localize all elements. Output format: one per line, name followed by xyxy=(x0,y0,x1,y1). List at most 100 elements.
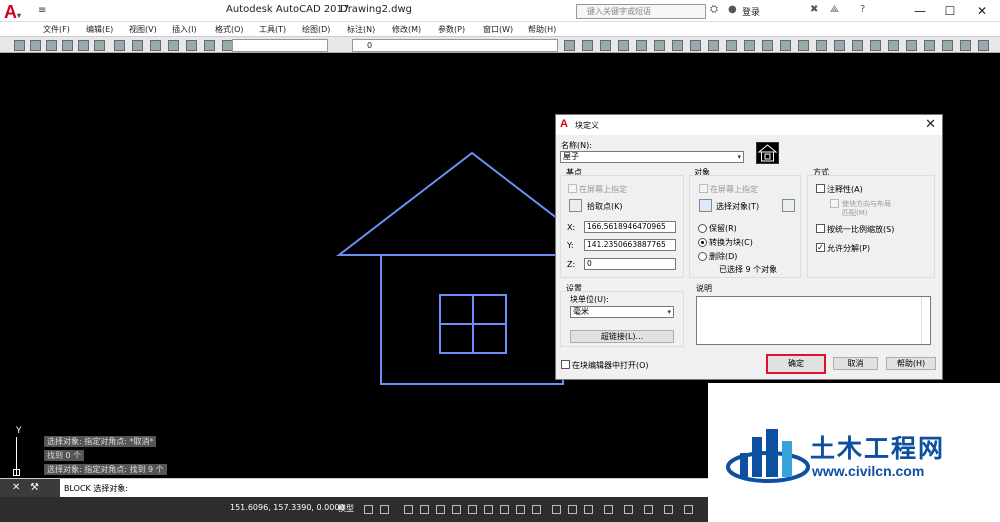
polar-icon[interactable] xyxy=(452,505,461,514)
menu-modify[interactable]: 修改(M) xyxy=(392,24,421,35)
wrench-icon[interactable]: ⚒ xyxy=(30,482,39,493)
dim-edit-icon[interactable] xyxy=(906,40,917,51)
dim-baseline-icon[interactable] xyxy=(834,40,845,51)
description-textarea[interactable] xyxy=(696,296,931,345)
binoculars-icon[interactable]: ⛭ xyxy=(710,4,718,15)
plot-icon[interactable] xyxy=(78,40,89,51)
open-icon[interactable] xyxy=(30,40,41,51)
layer-combo[interactable]: 0 xyxy=(352,39,558,52)
menu-file[interactable]: 文件(F) xyxy=(43,24,70,35)
navigation-icon[interactable] xyxy=(978,40,989,51)
delete-radio[interactable] xyxy=(698,252,707,261)
annotation-visibility-icon[interactable] xyxy=(584,505,593,514)
customization-icon[interactable] xyxy=(684,505,693,514)
menu-tools[interactable]: 工具(T) xyxy=(259,24,286,35)
save-icon[interactable] xyxy=(46,40,57,51)
close-icon[interactable]: ✕ xyxy=(12,482,20,493)
help-icon[interactable]: ? xyxy=(860,4,865,15)
command-line[interactable]: ✕ ⚒ BLOCK 选择对象: xyxy=(0,478,708,498)
annotative-checkbox[interactable] xyxy=(816,184,825,193)
lineweight-icon[interactable] xyxy=(654,40,665,51)
tolerance-icon[interactable] xyxy=(870,40,881,51)
view-cube-icon[interactable] xyxy=(960,40,971,51)
match-properties-icon[interactable] xyxy=(168,40,179,51)
dialog-close-icon[interactable]: ✕ xyxy=(925,117,936,132)
block-name-combo[interactable]: 屋子 ▾ xyxy=(560,151,744,163)
x-coordinate-field[interactable]: 166.5618946470965 xyxy=(584,221,676,233)
menu-draw[interactable]: 绘图(D) xyxy=(302,24,330,35)
layer-previous-icon[interactable] xyxy=(600,40,611,51)
cut-icon[interactable] xyxy=(114,40,125,51)
hyperlink-button[interactable]: 超链接(L)... xyxy=(570,330,674,343)
selection-cycling-icon[interactable] xyxy=(552,505,561,514)
command-prompt[interactable]: BLOCK 选择对象: xyxy=(64,483,128,494)
hardware-acceleration-icon[interactable] xyxy=(664,505,673,514)
convert-to-block-radio[interactable] xyxy=(698,238,707,247)
dim-style-icon[interactable] xyxy=(942,40,953,51)
model-space-button[interactable]: 模型 xyxy=(338,503,354,514)
3d-osnap-icon[interactable] xyxy=(568,505,577,514)
y-coordinate-field[interactable]: 141.2350663887765 xyxy=(584,239,676,251)
description-scrollbar[interactable] xyxy=(921,297,930,344)
new-icon[interactable] xyxy=(14,40,25,51)
dim-diameter-icon[interactable] xyxy=(798,40,809,51)
pick-point-button[interactable]: 拾取点(K) xyxy=(587,201,623,212)
render-icon[interactable] xyxy=(672,40,683,51)
menu-view[interactable]: 视图(V) xyxy=(129,24,157,35)
menu-dimension[interactable]: 标注(N) xyxy=(347,24,375,35)
dim-ordinate-icon[interactable] xyxy=(762,40,773,51)
save-as-icon[interactable] xyxy=(62,40,73,51)
maximize-button[interactable]: ☐ xyxy=(935,2,965,20)
dim-angular-icon[interactable] xyxy=(816,40,827,51)
menu-window[interactable]: 窗口(W) xyxy=(483,24,513,35)
annotation-scale-icon[interactable] xyxy=(624,505,633,514)
pick-point-icon[interactable] xyxy=(569,199,582,212)
dim-continue-icon[interactable] xyxy=(852,40,863,51)
login-button[interactable]: 登录 xyxy=(742,5,760,18)
linetype-icon[interactable] xyxy=(636,40,647,51)
retain-radio[interactable] xyxy=(698,224,707,233)
visual-style-icon[interactable] xyxy=(690,40,701,51)
object-snap-tracking-icon[interactable] xyxy=(484,505,493,514)
menu-parametric[interactable]: 参数(P) xyxy=(438,24,465,35)
quick-select-icon[interactable] xyxy=(782,199,795,212)
workspace-switch-icon[interactable] xyxy=(604,505,613,514)
minimize-button[interactable]: — xyxy=(905,2,935,20)
quick-access-menu-icon[interactable]: ≡ xyxy=(38,5,48,16)
menu-insert[interactable]: 插入(I) xyxy=(172,24,197,35)
infer-constraints-icon[interactable] xyxy=(404,505,413,514)
autocad-logo-icon[interactable]: A▾ xyxy=(4,2,34,22)
layer-properties-icon[interactable] xyxy=(564,40,575,51)
workspace-combo[interactable] xyxy=(232,39,328,52)
undo-icon[interactable] xyxy=(204,40,215,51)
block-editor-icon[interactable] xyxy=(186,40,197,51)
z-coordinate-field[interactable]: 0 xyxy=(584,258,676,270)
block-unit-combo[interactable]: 毫米 ▾ xyxy=(570,306,674,318)
select-objects-icon[interactable] xyxy=(699,199,712,212)
isodraft-icon[interactable] xyxy=(468,505,477,514)
menu-format[interactable]: 格式(O) xyxy=(215,24,244,35)
dim-linear-icon[interactable] xyxy=(708,40,719,51)
paste-icon[interactable] xyxy=(150,40,161,51)
exchange-icon[interactable]: ✖ xyxy=(810,4,818,15)
select-objects-button[interactable]: 选择对象(T) xyxy=(716,201,759,212)
user-icon[interactable]: ● xyxy=(728,4,737,15)
isolate-objects-icon[interactable] xyxy=(644,505,653,514)
search-input[interactable]: 键入关键字或短语 xyxy=(576,4,706,19)
preview-icon[interactable] xyxy=(94,40,105,51)
dim-arc-icon[interactable] xyxy=(744,40,755,51)
scale-uniformly-checkbox[interactable] xyxy=(816,224,825,233)
menu-help[interactable]: 帮助(H) xyxy=(528,24,556,35)
transparency-icon[interactable] xyxy=(532,505,541,514)
allow-explode-checkbox[interactable]: ✓ xyxy=(816,243,825,252)
ok-button[interactable]: 确定 xyxy=(766,354,826,374)
dim-aligned-icon[interactable] xyxy=(726,40,737,51)
dim-radius-icon[interactable] xyxy=(780,40,791,51)
close-window-button[interactable]: ✕ xyxy=(967,2,997,20)
layer-state-icon[interactable] xyxy=(582,40,593,51)
center-mark-icon[interactable] xyxy=(888,40,899,51)
dynamic-input-icon[interactable] xyxy=(420,505,429,514)
snap-icon[interactable] xyxy=(380,505,389,514)
menu-edit[interactable]: 编辑(E) xyxy=(86,24,113,35)
autodesk-app-icon[interactable]: ⟁ xyxy=(830,4,839,15)
